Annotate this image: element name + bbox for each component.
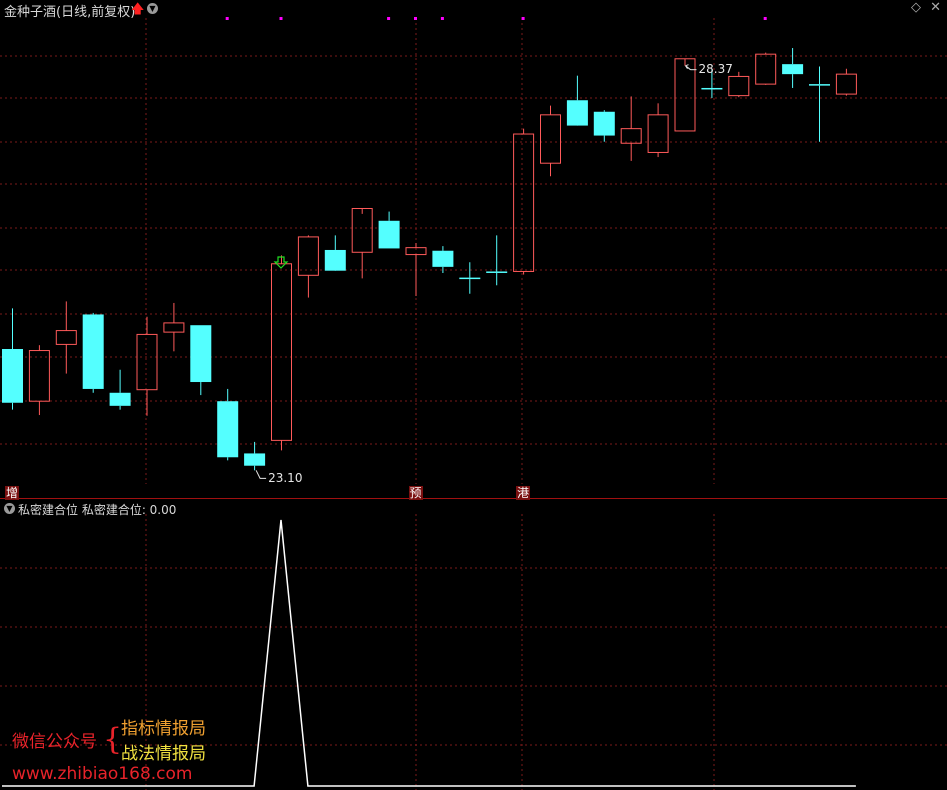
marker-dot bbox=[279, 17, 283, 20]
candle-body bbox=[28, 350, 50, 402]
chevron-down-icon[interactable]: ▼ bbox=[147, 3, 158, 14]
candle-body bbox=[136, 333, 158, 391]
price-label-low: 23.10 bbox=[268, 471, 303, 486]
indicator-menu-icon[interactable]: ▼ bbox=[4, 503, 15, 514]
candle-body bbox=[835, 73, 857, 95]
candle-body bbox=[217, 401, 239, 458]
candle-body bbox=[513, 133, 535, 272]
watermark-line1: 指标情报局 bbox=[121, 719, 206, 739]
event-tag[interactable]: 增 bbox=[5, 486, 20, 500]
watermark-brace: { bbox=[103, 722, 123, 757]
candle-body bbox=[782, 64, 804, 75]
watermark-label: 微信公众号 bbox=[12, 732, 97, 752]
kline-chart[interactable] bbox=[0, 0, 947, 790]
event-tag[interactable]: 港 bbox=[516, 486, 531, 500]
price-label-high: 28.37 bbox=[698, 61, 733, 76]
candle-body bbox=[566, 100, 588, 126]
marker-dot bbox=[387, 17, 391, 20]
marker-dot bbox=[225, 17, 229, 20]
watermark-url: www.zhibiao168.com bbox=[12, 764, 193, 784]
candle-body bbox=[540, 114, 561, 164]
indicator-title: 私密建合位 私密建合位: 0.00 bbox=[18, 503, 177, 517]
candle-body bbox=[620, 128, 642, 144]
candle-body bbox=[755, 53, 777, 85]
candle-body bbox=[593, 111, 615, 136]
marker-dot bbox=[414, 17, 417, 20]
candle-body bbox=[244, 453, 266, 466]
candle-body bbox=[378, 220, 400, 249]
watermark-line2: 战法情报局 bbox=[121, 744, 206, 764]
candle-body bbox=[55, 330, 77, 345]
candle-body bbox=[432, 250, 454, 267]
marker-dot bbox=[440, 17, 444, 20]
candle-body bbox=[486, 271, 508, 273]
candle-body bbox=[728, 75, 750, 97]
marker-dot bbox=[521, 17, 525, 20]
candle-body bbox=[82, 314, 104, 389]
red-up-arrow-icon: 🡅 bbox=[131, 2, 145, 17]
candle-body bbox=[351, 208, 373, 253]
event-tag[interactable]: 预 bbox=[408, 486, 423, 500]
candle-body bbox=[163, 322, 185, 333]
candle-body bbox=[271, 263, 292, 441]
candle-body bbox=[2, 349, 23, 403]
close-icon[interactable]: ✕ bbox=[930, 0, 941, 15]
diamond-icon[interactable]: ◇ bbox=[911, 0, 921, 15]
high-pointer bbox=[685, 64, 691, 71]
candle-body bbox=[809, 84, 830, 86]
candle-body bbox=[190, 325, 212, 383]
marker-dot bbox=[763, 17, 767, 20]
candle-body bbox=[109, 392, 131, 406]
candle-body bbox=[647, 114, 669, 153]
low-pointer bbox=[255, 470, 267, 479]
stock-title: 金种子酒(日线,前复权) bbox=[4, 5, 136, 20]
candle-body bbox=[459, 277, 481, 280]
candle-body bbox=[701, 87, 723, 90]
candle-body bbox=[324, 249, 346, 271]
